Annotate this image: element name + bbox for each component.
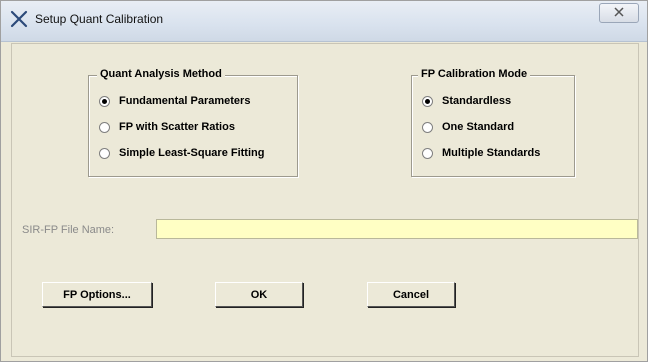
radio-label: Multiple Standards — [442, 147, 541, 159]
radio-label: Standardless — [442, 95, 512, 107]
title-bar[interactable]: Setup Quant Calibration — [1, 1, 647, 42]
radio-button[interactable] — [422, 95, 433, 107]
close-button[interactable] — [599, 3, 639, 23]
app-cross-icon — [9, 9, 29, 29]
radio-button[interactable] — [422, 147, 433, 159]
radio-label: One Standard — [442, 121, 515, 133]
radio-label: Fundamental Parameters — [119, 95, 251, 107]
ok-button[interactable]: OK — [215, 282, 303, 307]
fp-options-button[interactable]: FP Options... — [42, 282, 152, 307]
radio-button[interactable] — [99, 121, 110, 133]
radio-button[interactable] — [99, 147, 110, 159]
quant-method-title: Quant Analysis Method — [97, 68, 225, 80]
radio-fundamental-parameters[interactable]: Fundamental Parameters — [99, 93, 250, 109]
radio-multiple-standards[interactable]: Multiple Standards — [422, 145, 540, 161]
sir-fp-file-name-label: SIR-FP File Name: — [22, 224, 115, 236]
close-icon — [614, 4, 624, 22]
radio-standardless[interactable]: Standardless — [422, 93, 511, 109]
window-title: Setup Quant Calibration — [35, 12, 164, 26]
quant-method-group: Quant Analysis Method Fundamental Parame… — [88, 68, 298, 177]
dialog-client-area: Quant Analysis Method Fundamental Parame… — [11, 43, 639, 357]
radio-one-standard[interactable]: One Standard — [422, 119, 514, 135]
fp-mode-group: FP Calibration Mode Standardless One Sta… — [411, 68, 575, 177]
radio-fp-scatter-ratios[interactable]: FP with Scatter Ratios — [99, 119, 235, 135]
dialog-window: Setup Quant Calibration Quant Analysis M… — [0, 0, 648, 362]
radio-button[interactable] — [422, 121, 433, 133]
fp-mode-title: FP Calibration Mode — [418, 68, 531, 80]
sir-fp-file-name-input[interactable] — [156, 219, 638, 239]
radio-simple-least-square[interactable]: Simple Least-Square Fitting — [99, 145, 264, 161]
cancel-button[interactable]: Cancel — [367, 282, 455, 307]
radio-label: FP with Scatter Ratios — [119, 121, 235, 133]
radio-label: Simple Least-Square Fitting — [119, 147, 265, 159]
radio-button[interactable] — [99, 95, 110, 107]
